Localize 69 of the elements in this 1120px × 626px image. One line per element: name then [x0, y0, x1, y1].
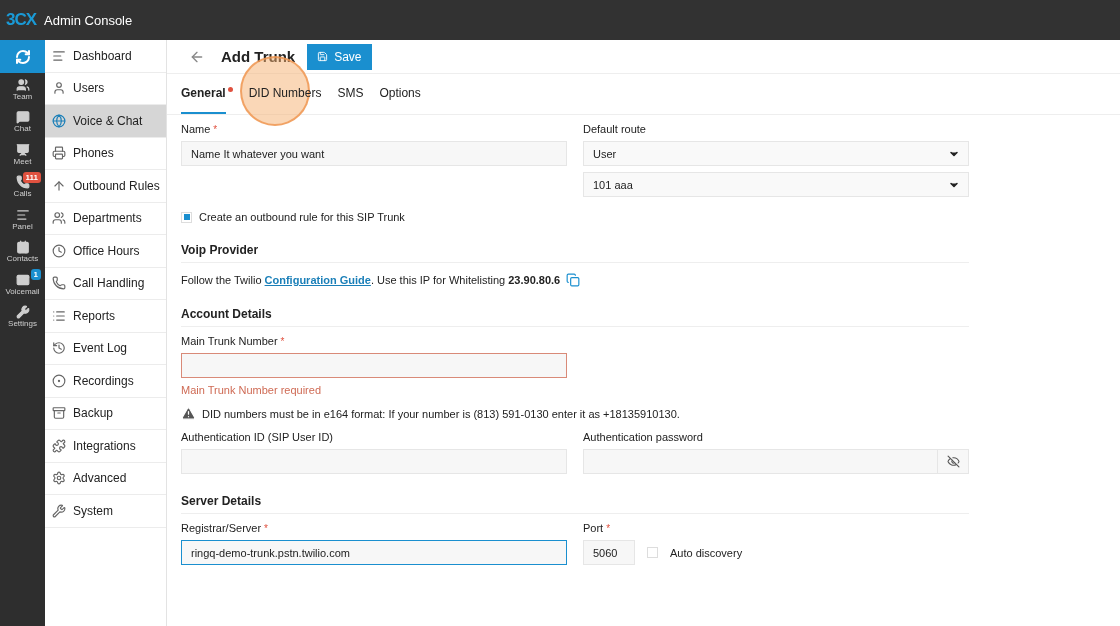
- dashboard-icon: [52, 48, 66, 63]
- field-label: Main Trunk Number *: [181, 335, 286, 347]
- tab[interactable]: General: [181, 74, 226, 114]
- list-icon: [52, 308, 66, 323]
- copy-icon[interactable]: [566, 273, 581, 287]
- whitelist-instruction: Follow the Twilio Configuration Guide. Use this IP for Whitelisting 23.90.80.6: [181, 274, 561, 286]
- password-field[interactable]: [583, 449, 969, 474]
- error-message: Main Trunk Number required: [181, 384, 322, 396]
- count-badge: 1: [30, 269, 41, 280]
- rail-item[interactable]: Team: [0, 73, 45, 106]
- rail-item[interactable]: Chat: [0, 105, 45, 138]
- warning-icon: [181, 406, 196, 421]
- rail-item[interactable]: Voicemail 1: [0, 268, 45, 301]
- record-icon: [52, 373, 66, 388]
- field-label: Registrar/Server *: [181, 522, 269, 534]
- home-button[interactable]: [0, 40, 45, 73]
- settings-icon: [52, 471, 66, 486]
- tab[interactable]: DID Numbers: [248, 74, 322, 114]
- checkbox-label: Auto discovery: [670, 546, 743, 559]
- chat-icon: [15, 110, 30, 125]
- rail-item[interactable]: Calls 111: [0, 170, 45, 203]
- phone-icon: [52, 276, 66, 291]
- dropdown[interactable]: User: [583, 141, 969, 166]
- rail-item[interactable]: Meet: [0, 138, 45, 171]
- panel-icon: [15, 207, 30, 222]
- format-notice: DID numbers must be in e164 format: If your number is (813) 591-0130 enter it as +18135910130.: [202, 407, 680, 420]
- field-label: Name *: [181, 123, 219, 135]
- port-field[interactable]: 5060: [583, 540, 635, 565]
- section-heading: Account Details: [181, 307, 969, 327]
- logo-icon: [14, 48, 31, 65]
- field-label: Authentication ID (SIP User ID): [181, 431, 335, 443]
- checkbox[interactable]: [647, 547, 658, 558]
- arrow-up-icon: [52, 178, 66, 193]
- count-badge: 111: [22, 171, 41, 183]
- people-icon: [52, 211, 66, 226]
- field-label: Port *: [583, 522, 612, 534]
- tab[interactable]: SMS: [337, 74, 364, 114]
- save-button[interactable]: Save: [307, 43, 372, 70]
- main-trunk-number-field[interactable]: [181, 353, 567, 378]
- tab[interactable]: Options: [379, 74, 421, 114]
- team-icon: [15, 77, 30, 92]
- checkbox[interactable]: [181, 211, 192, 223]
- sidebar-item[interactable]: Voice & Chat: [45, 105, 166, 138]
- meeting-icon: [15, 142, 30, 157]
- save-icon: [317, 51, 329, 62]
- authentication-id-field[interactable]: [181, 449, 567, 474]
- section-heading: Voip Provider: [181, 243, 969, 263]
- dropdown[interactable]: 101 aaa: [583, 172, 969, 197]
- wrench-icon: [15, 305, 30, 320]
- field-label: Default route: [583, 123, 647, 135]
- history-icon: [52, 341, 66, 356]
- puzzle-icon: [52, 438, 66, 453]
- globe-icon: [52, 113, 66, 128]
- eye-off-icon: [946, 455, 960, 468]
- clock-icon: [52, 243, 66, 258]
- name-field[interactable]: Name It whatever you want: [181, 141, 567, 166]
- configuration-guide-link[interactable]: Configuration Guide: [264, 274, 371, 286]
- app-title: Admin Console: [44, 12, 133, 28]
- section-heading: Server Details: [181, 494, 969, 514]
- rail-item[interactable]: Panel: [0, 203, 45, 236]
- rail-item[interactable]: Contacts: [0, 235, 45, 268]
- wrench-icon: [52, 503, 66, 518]
- logo: 3CX: [6, 10, 37, 30]
- checkbox-label: Create an outbound rule for this SIP Trunk: [199, 211, 405, 223]
- user-icon: [52, 81, 66, 96]
- rail-item[interactable]: Settings: [0, 300, 45, 333]
- registrar-server-field[interactable]: ringq-demo-trunk.pstn.twilio.com: [181, 540, 567, 565]
- archive-icon: [52, 406, 66, 421]
- field-label: Authentication password: [583, 431, 704, 443]
